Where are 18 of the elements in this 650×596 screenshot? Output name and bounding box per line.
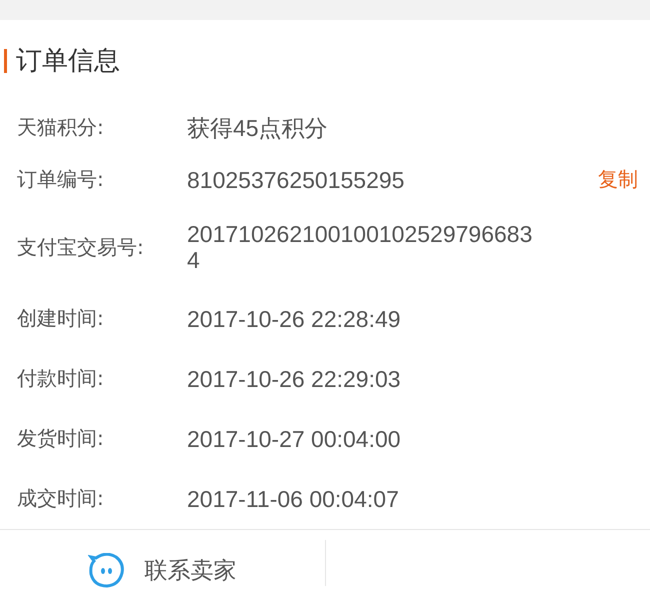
field-value: 获得45点积分: [187, 114, 329, 141]
chat-bubble-icon: [88, 552, 126, 589]
field-label: 支付宝交易号:: [17, 234, 145, 261]
field-label: 天猫积分:: [17, 114, 105, 142]
field-value: 2017-11-06 00:04:07: [187, 486, 400, 512]
field-value: 2017-10-26 22:28:49: [187, 306, 402, 332]
field-label: 付款时间:: [17, 365, 105, 392]
section-title: 订单信息: [16, 45, 120, 78]
field-label: 创建时间:: [17, 305, 105, 332]
accent-bar: [4, 48, 7, 73]
field-value: 2017-10-26 22:29:03: [187, 366, 402, 392]
field-label: 发货时间:: [17, 425, 105, 452]
field-label: 订单编号:: [17, 166, 105, 194]
contact-seller-button[interactable]: 联系卖家: [88, 548, 236, 593]
field-value: 2017-10-27 00:04:00: [187, 426, 402, 452]
field-value: 81025376250155295: [187, 166, 406, 193]
field-value: 2017102621001001025297966834: [187, 221, 534, 274]
field-label: 成交时间:: [17, 485, 105, 512]
